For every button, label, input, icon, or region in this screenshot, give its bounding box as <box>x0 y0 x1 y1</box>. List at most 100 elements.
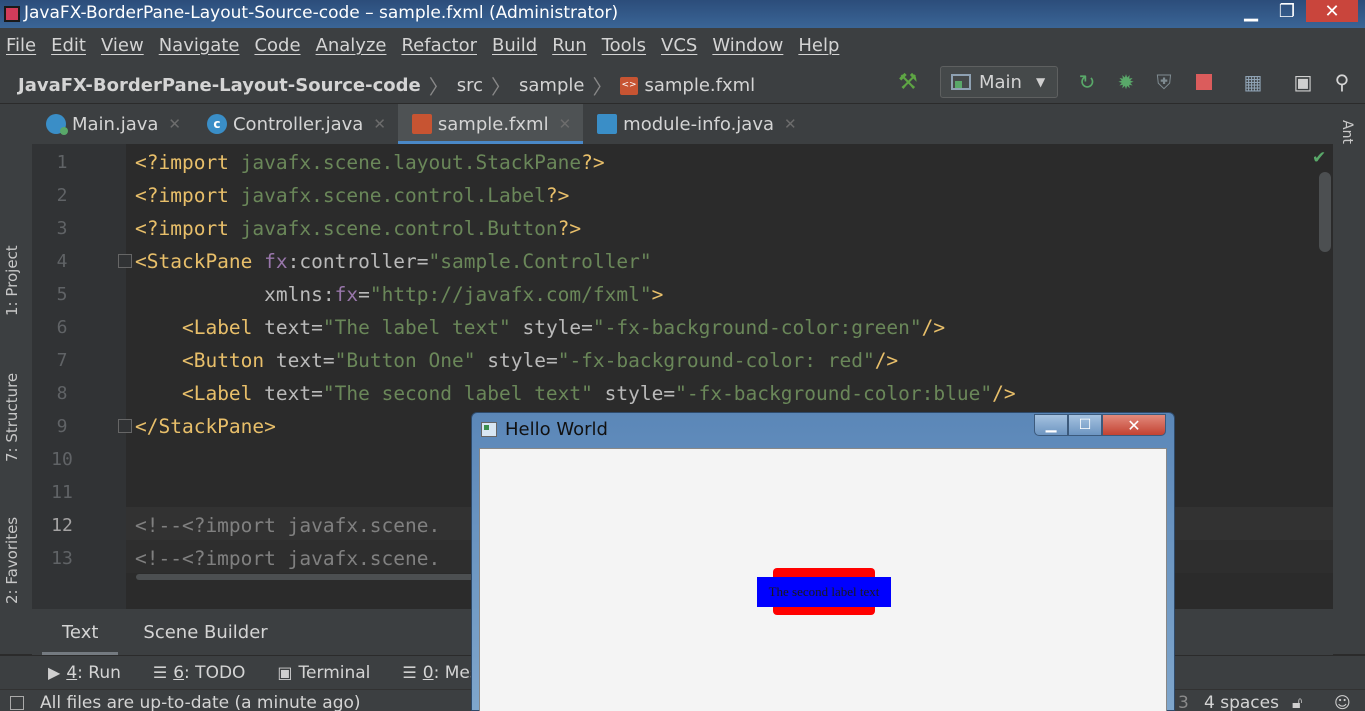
tab-main-java[interactable]: Main.java ✕ <box>32 104 193 144</box>
tab-controller-java[interactable]: c Controller.java ✕ <box>193 104 398 144</box>
coverage-icon[interactable]: ⛨ <box>1152 70 1176 94</box>
indent-setting[interactable]: 4 spaces <box>1204 693 1279 711</box>
tool-label: : Run <box>77 662 121 683</box>
code-token: = <box>663 382 676 405</box>
menu-vcs[interactable]: VCS <box>661 35 697 56</box>
close-icon[interactable]: ✕ <box>784 115 797 133</box>
terminal-icon[interactable]: ▣ <box>1291 70 1315 94</box>
code-token: style <box>592 382 664 405</box>
fold-marker[interactable] <box>118 254 132 268</box>
stop-icon[interactable] <box>1192 70 1216 94</box>
code-token: ?> <box>581 151 605 174</box>
code-token: /> <box>992 382 1016 405</box>
menu-build[interactable]: Build <box>492 35 537 56</box>
second-label: The second label text <box>757 577 891 607</box>
menu-analyze[interactable]: Analyze <box>316 35 387 56</box>
code-token: /> <box>874 349 899 372</box>
code-line: <?import javafx.scene.layout.StackPane?> <box>135 146 605 179</box>
code-token: ?> <box>545 184 570 207</box>
hammer-icon[interactable]: ⚒ <box>898 70 918 95</box>
close-icon[interactable]: ✕ <box>373 115 386 133</box>
ant-tool-tab[interactable]: Ant <box>1339 120 1355 144</box>
editor-tabs: Main.java ✕ c Controller.java ✕ sample.f… <box>32 104 1333 144</box>
breadcrumb-src[interactable]: src <box>457 75 483 96</box>
menu-window[interactable]: Window <box>712 35 783 56</box>
line-number: 8 <box>56 383 68 404</box>
code-token: <StackPane <box>135 250 265 273</box>
intellij-app-icon <box>4 6 20 22</box>
tool-number: 0 <box>422 662 434 683</box>
vertical-scrollbar[interactable] <box>1319 172 1331 252</box>
breadcrumb-file[interactable]: sample.fxml <box>644 75 755 96</box>
menu-run[interactable]: Run <box>552 35 587 56</box>
line-number: 3 <box>56 218 68 239</box>
java-class-icon <box>46 114 68 135</box>
restore-button[interactable]: ❐ <box>1264 0 1310 22</box>
menu-edit[interactable]: Edit <box>51 35 86 56</box>
tab-sample-fxml[interactable]: sample.fxml ✕ <box>397 104 584 144</box>
run-config-dropdown[interactable]: Main ▼ <box>940 66 1058 98</box>
fxml-file-icon <box>411 114 432 134</box>
menu-refactor[interactable]: Refactor <box>401 35 477 56</box>
code-token: text <box>275 349 323 372</box>
code-token: ?> <box>557 217 582 240</box>
hello-world-window[interactable]: Hello World ▁ ☐ ✕ The second label text <box>471 412 1175 711</box>
todo-tool-button[interactable]: ☰ 6 : TODO <box>153 663 246 683</box>
line-number: 6 <box>56 317 68 338</box>
line-number: 10 <box>51 449 73 470</box>
close-button[interactable]: ✕ <box>1306 0 1358 22</box>
maximize-button[interactable]: ☐ <box>1068 414 1102 436</box>
debug-icon[interactable]: ✹ <box>1114 70 1138 94</box>
breadcrumb: JavaFX-BorderPane-Layout-Source-code 〉 s… <box>18 71 755 100</box>
menu-help[interactable]: Help <box>798 35 839 56</box>
status-position[interactable]: 3 <box>1178 693 1189 711</box>
line-number: 1 <box>56 152 68 173</box>
breadcrumb-sample[interactable]: sample <box>519 75 584 96</box>
breadcrumb-project[interactable]: JavaFX-BorderPane-Layout-Source-code <box>18 75 421 96</box>
tab-text[interactable]: Text <box>32 609 128 655</box>
fxml-file-icon <box>620 76 639 95</box>
menu-file[interactable]: File <box>6 35 36 56</box>
code-line: <?import javafx.scene.control.Label?> <box>135 179 569 212</box>
code-line: <Label text="The second label text" styl… <box>135 377 1016 410</box>
menu-bar: File Edit View Navigate Code Analyze Ref… <box>0 28 1365 62</box>
terminal-tool-button[interactable]: ▣ Terminal <box>277 663 370 683</box>
hello-world-titlebar[interactable]: Hello World ▁ ☐ ✕ <box>472 413 1174 447</box>
tab-label: sample.fxml <box>437 113 549 135</box>
rerun-icon[interactable]: ↻ <box>1075 70 1099 94</box>
close-icon[interactable]: ✕ <box>168 115 181 133</box>
code-token: <?import <box>135 184 241 207</box>
code-token: <Label <box>181 382 265 405</box>
code-token: = <box>358 283 370 306</box>
tool-windows-toggle-icon[interactable] <box>10 696 24 710</box>
menu-tools[interactable]: Tools <box>602 35 646 56</box>
favorites-tool-tab[interactable]: 2: Favorites <box>3 517 21 604</box>
code-token: "sample.Controller" <box>428 250 652 273</box>
menu-code[interactable]: Code <box>254 35 300 56</box>
inspector-icon[interactable]: ☺ <box>1334 693 1351 711</box>
code-token: xmlns: <box>264 283 335 306</box>
horizontal-scrollbar[interactable] <box>136 574 496 580</box>
menu-navigate[interactable]: Navigate <box>159 35 240 56</box>
minimize-button[interactable]: ▁ <box>1034 414 1068 436</box>
tab-scene-builder[interactable]: Scene Builder <box>128 609 282 655</box>
code-token: text <box>264 316 312 339</box>
fold-marker[interactable] <box>118 419 132 433</box>
project-tool-tab[interactable]: 1: Project <box>3 245 21 316</box>
structure-tool-tab[interactable]: 7: Structure <box>3 373 21 462</box>
hello-world-title: Hello World <box>505 419 608 440</box>
run-tool-button[interactable]: ▶ 4 : Run <box>48 663 121 683</box>
navigation-bar: JavaFX-BorderPane-Layout-Source-code 〉 s… <box>0 62 1365 104</box>
inspection-ok-icon[interactable]: ✔ <box>1312 148 1326 168</box>
search-icon[interactable]: ⚲ <box>1330 70 1354 94</box>
line-number: 9 <box>56 416 68 437</box>
menu-view[interactable]: View <box>101 35 144 56</box>
close-icon[interactable]: ✕ <box>559 115 572 133</box>
terminal-icon: ▣ <box>277 663 293 682</box>
run-config-label: Main <box>979 71 1022 93</box>
lock-icon[interactable]: 🔓︎ <box>1292 693 1302 711</box>
tab-module-info-java[interactable]: module-info.java ✕ <box>583 104 808 144</box>
project-structure-icon[interactable]: ▦ <box>1241 70 1265 94</box>
close-button[interactable]: ✕ <box>1102 414 1166 436</box>
